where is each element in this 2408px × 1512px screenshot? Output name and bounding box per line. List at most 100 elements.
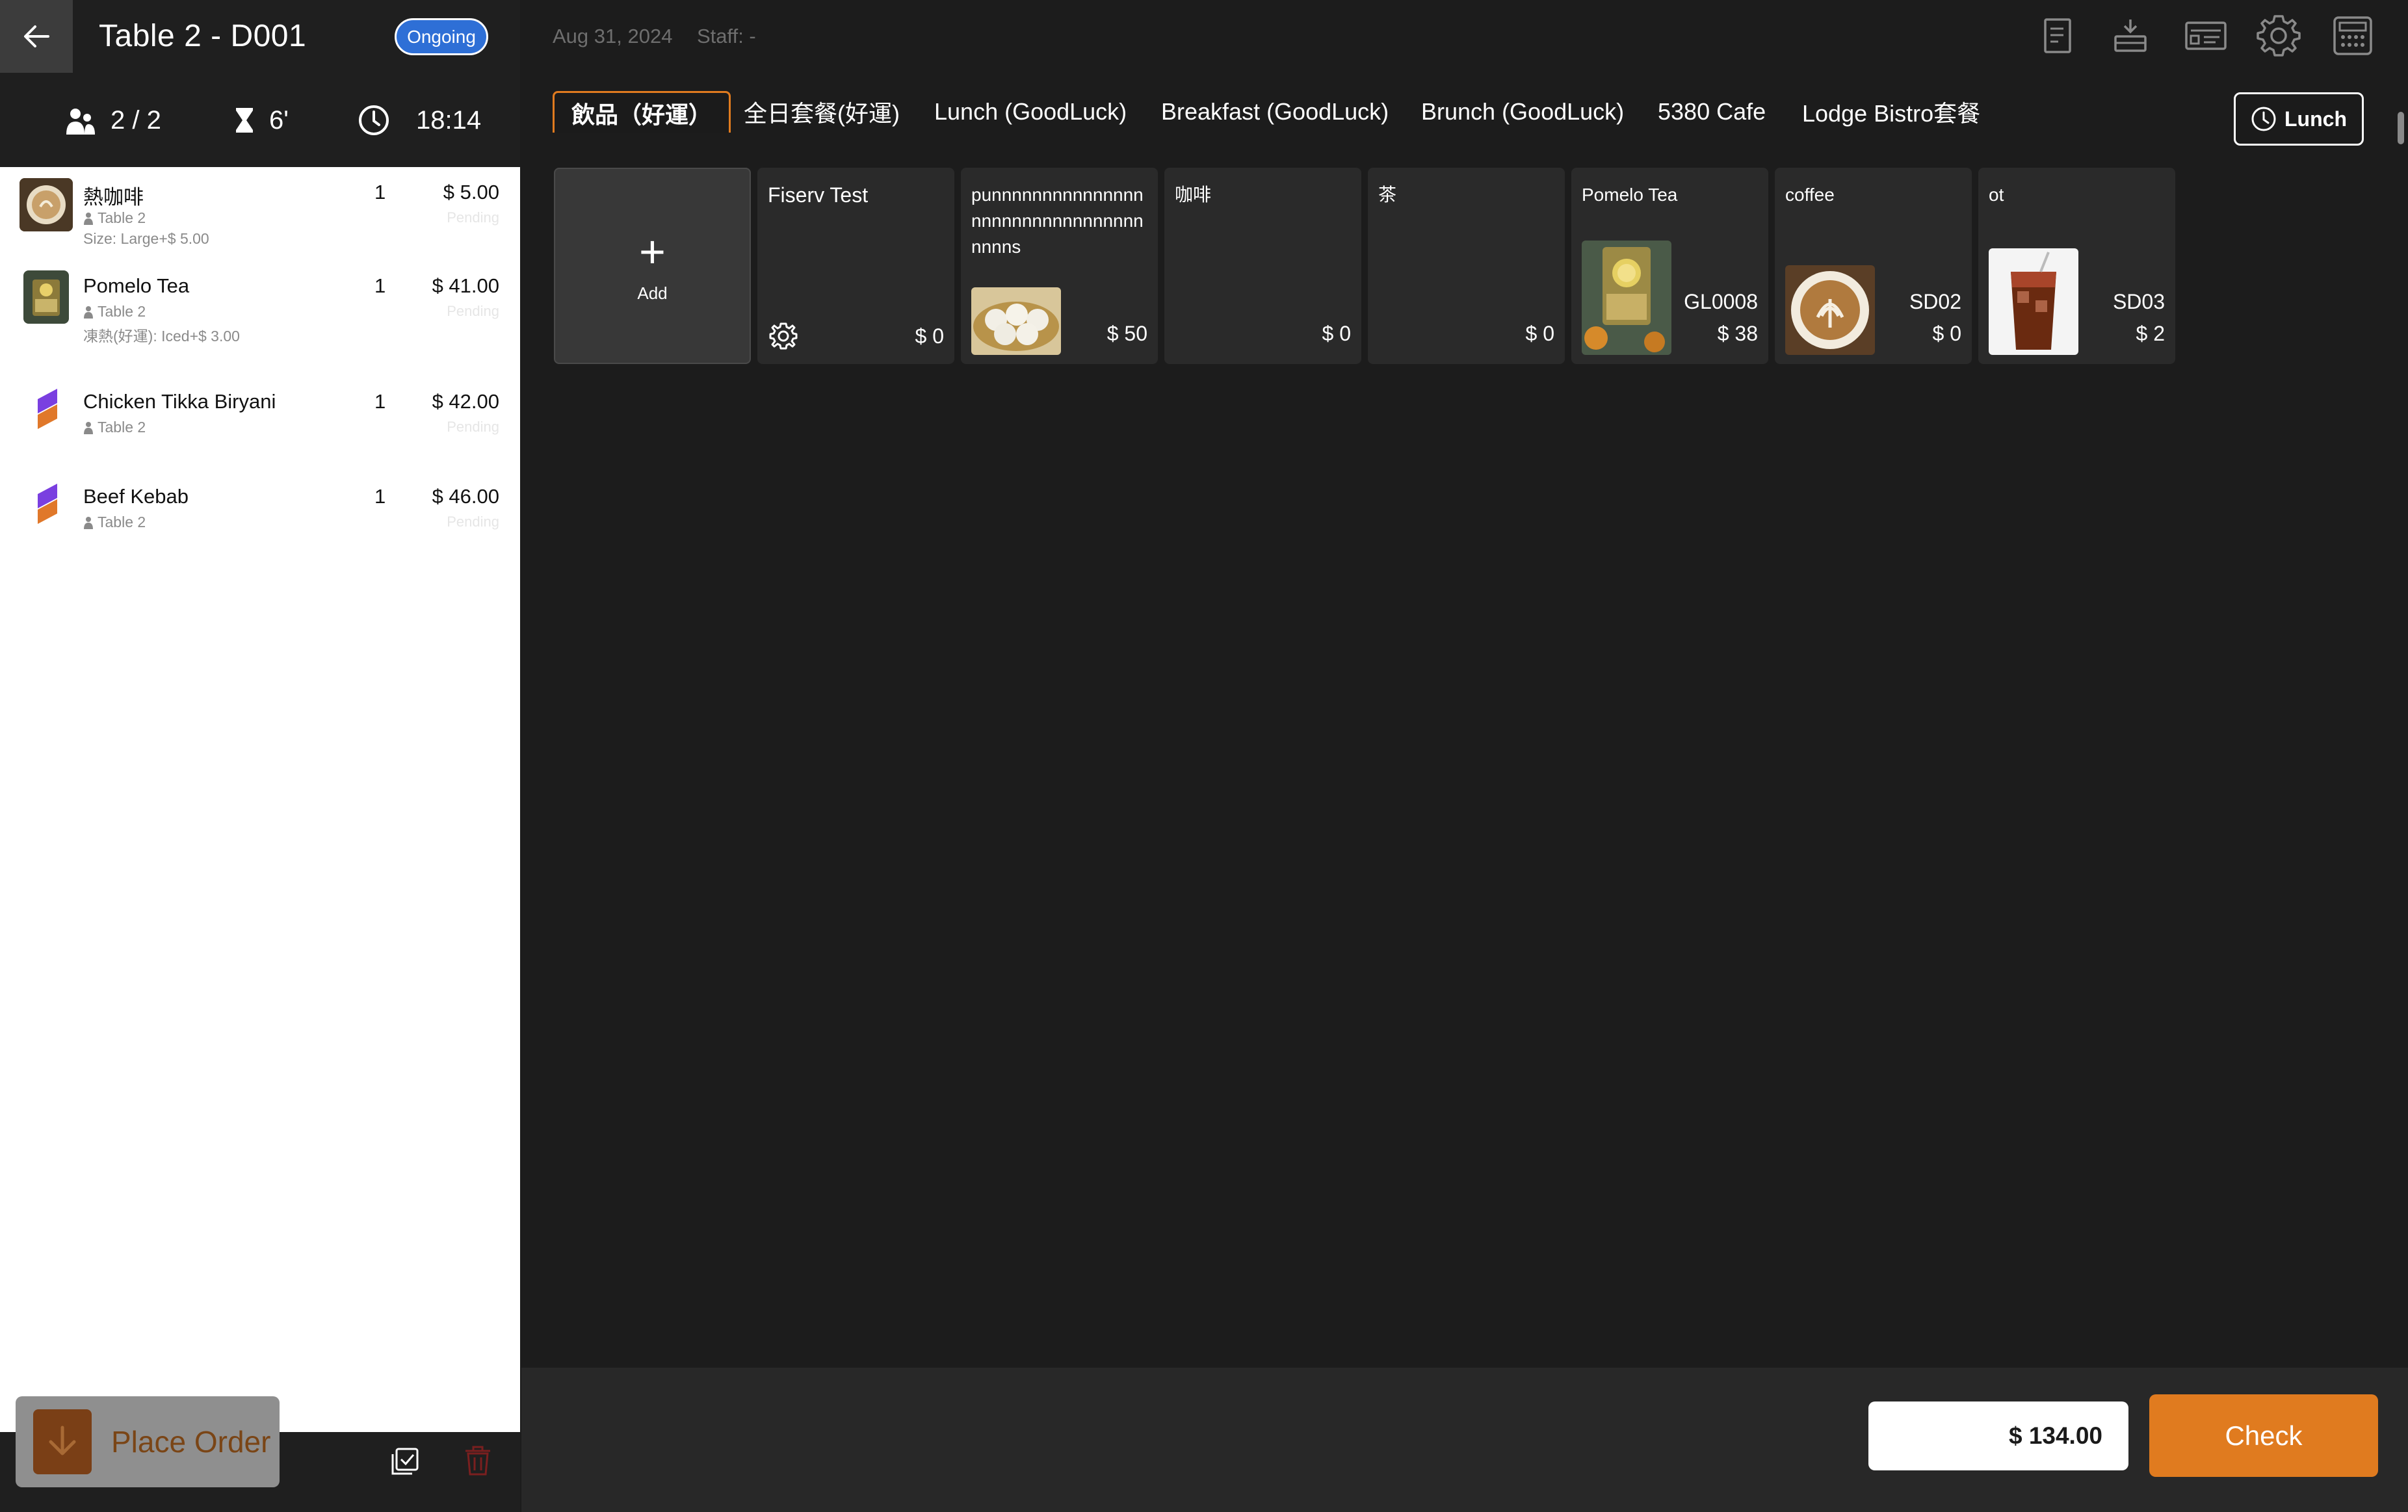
product-code: SD02 [1909,290,1961,313]
person-icon [84,306,93,319]
menu-selector-button[interactable]: Lunch [2234,92,2364,146]
product-name: ot [1989,185,2004,205]
place-order-label: Place Order [111,1425,271,1459]
item-qty: 1 [374,390,386,413]
duration-value: 6' [269,105,289,135]
item-status: Pending [447,419,499,435]
product-tile[interactable]: Pomelo Tea GL0008 $ 38 [1571,168,1768,364]
item-price: $ 5.00 [443,181,499,203]
item-name: 熱咖啡 [83,186,144,209]
item-name: Beef Kebab [83,485,189,508]
check-button[interactable]: Check [2149,1394,2378,1477]
item-status: Pending [447,303,499,319]
product-code: SD03 [2112,290,2165,313]
brand-logo-icon [31,480,64,534]
order-time-value: 18:14 [416,105,482,135]
order-item[interactable]: Pomelo Tea Table 2 凍熱(好運): Iced+$ 3.00 1… [0,269,520,354]
person-icon [84,516,93,529]
date-label: Aug 31, 2024 [553,25,673,47]
item-table: Table 2 [83,514,146,531]
arrow-left-icon [24,25,49,47]
product-name: punnnnnnnnnnnnnnnnnnnnnnnnnnnnnnnnnnnns [971,185,1144,257]
place-order-button[interactable]: Place Order [16,1396,280,1487]
guest-count[interactable]: 2 / 2 [65,98,161,143]
order-item[interactable]: Chicken Tikka Biryani Table 2 1 $ 42.00 … [0,385,520,456]
product-name: 咖啡 [1175,185,1212,205]
pomelo-tea-image [1582,241,1671,355]
cash-drawer-icon[interactable] [2108,13,2153,59]
person-icon [84,212,93,225]
item-table: Table 2 [83,209,146,227]
iced-tea-image [1989,248,2078,355]
coffee-thumbnail [20,178,73,231]
status-badge: Ongoing [395,18,488,55]
product-tile[interactable]: ot SD03 $ 2 [1978,168,2175,364]
receipt-icon[interactable] [2035,13,2080,59]
scrollbar[interactable] [2398,112,2404,144]
product-tile[interactable]: punnnnnnnnnnnnnnnnnnnnnnnnnnnnnnnnnnnns … [961,168,1158,364]
product-tile[interactable]: 咖啡 $ 0 [1164,168,1361,364]
coffee-image [1785,265,1875,355]
order-header: Table 2 - D001 Ongoing 2 / 2 6' 18:14 [0,0,520,167]
tab-brunch[interactable]: Brunch (GoodLuck) [1421,91,1624,133]
item-status: Pending [447,209,499,226]
guest-count-value: 2 / 2 [111,105,161,135]
item-qty: 1 [374,274,386,297]
top-bar: Aug 31, 2024 Staff: - [521,0,2408,73]
order-title: Table 2 - D001 [99,19,307,53]
item-table: Table 2 [83,419,146,436]
select-all-icon[interactable] [390,1446,420,1476]
item-price: $ 41.00 [432,274,499,297]
back-button[interactable] [0,0,73,73]
tab-breakfast[interactable]: Breakfast (GoodLuck) [1161,91,1389,133]
tab-lodge-bistro[interactable]: Lodge Bistro套餐 [1802,91,1980,133]
menu-selector-label: Lunch [2284,107,2347,131]
product-price: $ 0 [1322,322,1351,345]
item-name: Pomelo Tea [83,274,190,297]
order-item[interactable]: Beef Kebab Table 2 1 $ 46.00 Pending [0,480,520,551]
product-name: 茶 [1378,185,1397,205]
add-label: Add [637,283,668,303]
gear-icon[interactable] [769,322,798,354]
trash-icon[interactable] [463,1444,493,1477]
product-name: coffee [1785,185,1835,205]
item-status: Pending [447,514,499,530]
product-name: Fiserv Test [768,183,869,207]
item-qty: 1 [374,485,386,508]
add-product-button[interactable]: + Add [554,168,751,364]
plus-icon: + [639,226,666,277]
gear-icon[interactable] [2256,13,2301,59]
item-option: 凍熱(好運): Iced+$ 3.00 [83,328,240,345]
tab-drinks[interactable]: 飲品（好運） [553,91,731,133]
product-price: $ 50 [1106,322,1147,345]
clock-icon [2251,107,2276,131]
duration: 6' [234,98,289,143]
staff-label: Staff: - [697,25,756,47]
card-terminal-icon[interactable] [2183,13,2229,59]
product-tile[interactable]: Fiserv Test $ 0 [757,168,954,364]
hourglass-icon [236,108,253,133]
product-tile[interactable]: coffee SD02 $ 0 [1775,168,1972,364]
tab-5380-cafe[interactable]: 5380 Cafe [1658,91,1766,133]
product-name: Pomelo Tea [1582,185,1678,205]
calculator-icon[interactable] [2330,13,2375,59]
order-time: 18:14 [358,98,481,143]
dumplings-image [971,287,1061,355]
product-tile[interactable]: 茶 $ 0 [1368,168,1565,364]
order-panel: Table 2 - D001 Ongoing 2 / 2 6' 18:14 熱咖… [0,0,520,1512]
clock-icon [359,105,389,135]
people-icon [66,109,95,135]
tab-all-day-set[interactable]: 全日套餐(好運) [744,91,900,133]
item-name: Chicken Tikka Biryani [83,390,276,413]
product-price: $ 0 [915,324,944,348]
tab-lunch[interactable]: Lunch (GoodLuck) [934,91,1127,133]
order-item[interactable]: 熱咖啡 Table 2 Size: Large+$ 5.00 1 $ 5.00 … [0,176,520,260]
item-price: $ 42.00 [432,390,499,413]
product-price: $ 0 [1932,322,1961,345]
product-code: GL0008 [1684,290,1758,313]
total-amount: $ 134.00 [1868,1401,2128,1470]
item-option: Size: Large+$ 5.00 [83,230,209,247]
tea-thumbnail [23,270,69,324]
download-icon [33,1409,92,1474]
product-price: $ 38 [1717,322,1758,345]
